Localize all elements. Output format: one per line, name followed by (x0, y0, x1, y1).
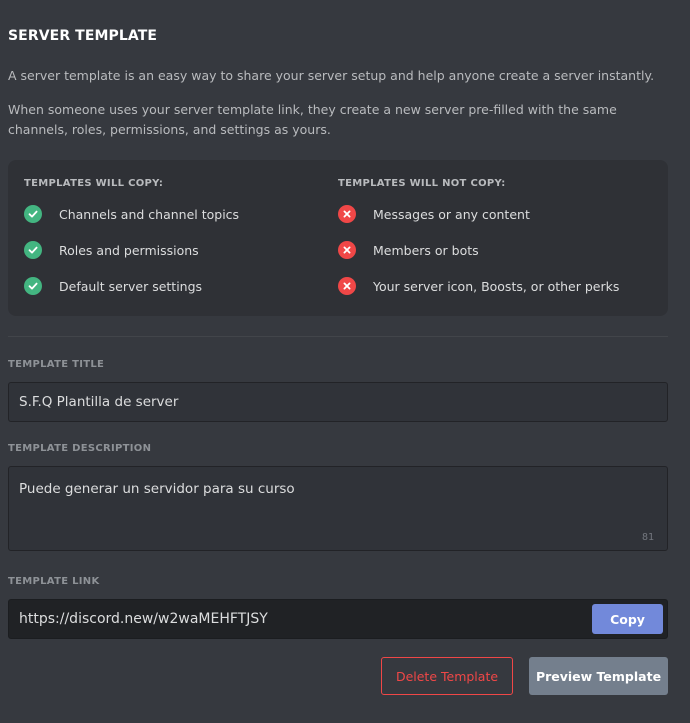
check-circle-icon (24, 241, 42, 259)
template-description-input[interactable]: Puede generar un servidor para su curso (8, 466, 668, 551)
list-item: Your server icon, Boosts, or other perks (338, 268, 652, 304)
list-item: Members or bots (338, 232, 652, 268)
will-copy-heading: TEMPLATES WILL COPY: (24, 178, 164, 189)
list-item-label: Default server settings (59, 278, 203, 294)
list-item-label: Roles and permissions (59, 242, 199, 258)
template-title-input[interactable] (8, 382, 668, 422)
template-link-field: https://discord.new/w2waMEHFTJSY Copy (8, 599, 668, 639)
template-link-url[interactable]: https://discord.new/w2waMEHFTJSY (19, 611, 592, 627)
list-item: Default server settings (24, 268, 338, 304)
list-item: Channels and channel topics (24, 196, 338, 232)
check-circle-icon (24, 205, 42, 223)
will-copy-column: TEMPLATES WILL COPY: Channels and channe… (24, 177, 338, 316)
template-link-label: TEMPLATE LINK (8, 576, 100, 587)
template-title-label: TEMPLATE TITLE (8, 359, 105, 370)
preview-template-button[interactable]: Preview Template (529, 657, 668, 695)
list-item: Roles and permissions (24, 232, 338, 268)
page-title: SERVER TEMPLATE (8, 28, 158, 44)
server-template-page: SERVER TEMPLATE A server template is an … (0, 0, 690, 723)
delete-template-button[interactable]: Delete Template (381, 657, 513, 695)
will-not-copy-column: TEMPLATES WILL NOT COPY: Messages or any… (338, 177, 652, 316)
check-circle-icon (24, 277, 42, 295)
will-not-copy-list: Messages or any content Members or bots … (338, 196, 652, 304)
copy-link-button[interactable]: Copy (592, 604, 663, 634)
x-circle-icon (338, 277, 356, 295)
template-actions: Delete Template Preview Template (381, 657, 668, 695)
copy-info-panel: TEMPLATES WILL COPY: Channels and channe… (8, 160, 668, 316)
template-description-wrapper: Puede generar un servidor para su curso … (8, 466, 668, 551)
list-item-label: Members or bots (373, 242, 479, 258)
list-item: Messages or any content (338, 196, 652, 232)
character-counter: 81 (641, 532, 654, 543)
x-circle-icon (338, 205, 356, 223)
section-divider (8, 336, 668, 337)
will-copy-list: Channels and channel topics Roles and pe… (24, 196, 338, 304)
list-item-label: Channels and channel topics (59, 206, 240, 222)
details-text: When someone uses your server template l… (8, 102, 617, 137)
intro-text: A server template is an easy way to shar… (8, 68, 655, 83)
list-item-label: Your server icon, Boosts, or other perks (373, 278, 620, 294)
x-circle-icon (338, 241, 356, 259)
list-item-label: Messages or any content (373, 206, 530, 222)
template-description-label: TEMPLATE DESCRIPTION (8, 443, 152, 454)
will-not-copy-heading: TEMPLATES WILL NOT COPY: (338, 178, 506, 189)
